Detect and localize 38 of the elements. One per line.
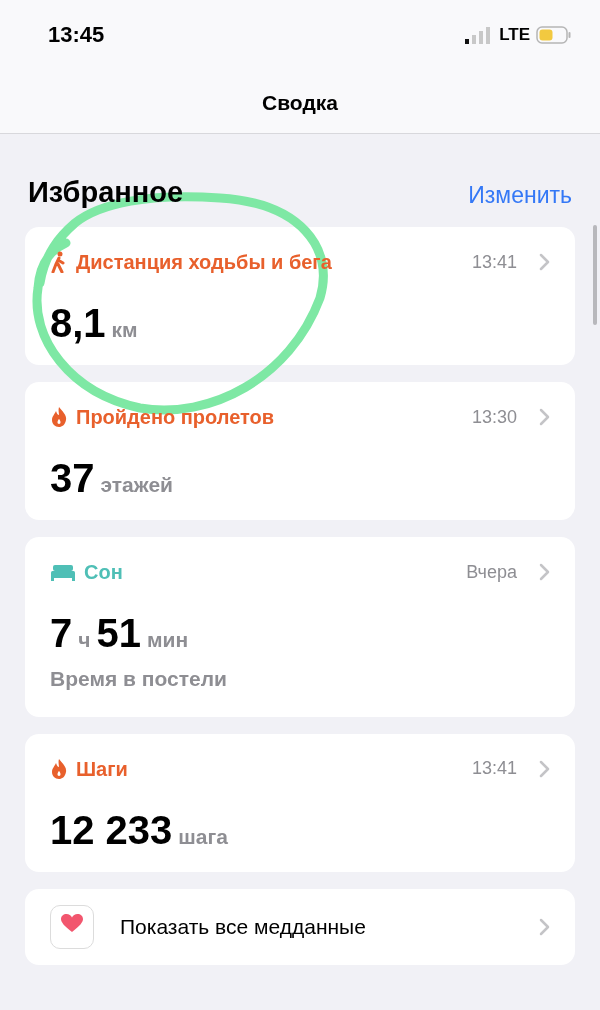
metric-value: 51 [96,613,141,653]
card-title: Шаги [76,756,128,782]
bed-icon [50,563,76,581]
card-title: Сон [84,560,123,585]
screen-title: Сводка [262,90,338,116]
metric-value: 37 [50,458,95,498]
card-time: 13:30 [471,405,517,429]
battery-icon [536,24,572,45]
chevron-icon [539,408,550,426]
flame-icon [50,757,68,780]
metric-unit: мин [146,629,189,650]
chevron-icon [539,759,550,778]
metric-unit: шага [178,825,228,847]
metric-value: 7 [50,613,73,653]
chevron-icon [539,253,550,271]
edit-link[interactable]: Изменить [468,184,572,207]
network-label: LTE [499,23,530,46]
section-title: Избранное [28,178,184,207]
chevron-icon [539,563,550,581]
metric-value: 12 233 [50,809,173,850]
card-title: Пройдено пролетов [76,405,275,430]
show-all-row[interactable]: Показать все медданные [25,888,575,965]
card-time: Вчера [466,560,517,584]
card-time: 13:41 [471,757,517,780]
health-app-icon [50,904,94,949]
metric-unit: км [111,319,138,340]
metric-unit: ч [78,629,91,650]
health-card[interactable]: Шаги 13:41 12 233 шага [25,733,575,872]
card-time: 13:41 [471,250,517,274]
health-card[interactable]: Пройдено пролетов 13:30 37 этажей [25,382,575,520]
metric-value: 8,1 [50,303,106,343]
health-card[interactable]: Сон Вчера 7 ч 51 мин Время в постели [25,537,575,717]
status-time: 13:45 [48,21,105,49]
metric-unit: этажей [100,474,173,495]
chevron-icon [539,917,550,936]
show-all-label: Показать все медданные [120,913,367,940]
metric-caption: Время в постели [50,666,228,692]
flame-icon [50,406,68,428]
